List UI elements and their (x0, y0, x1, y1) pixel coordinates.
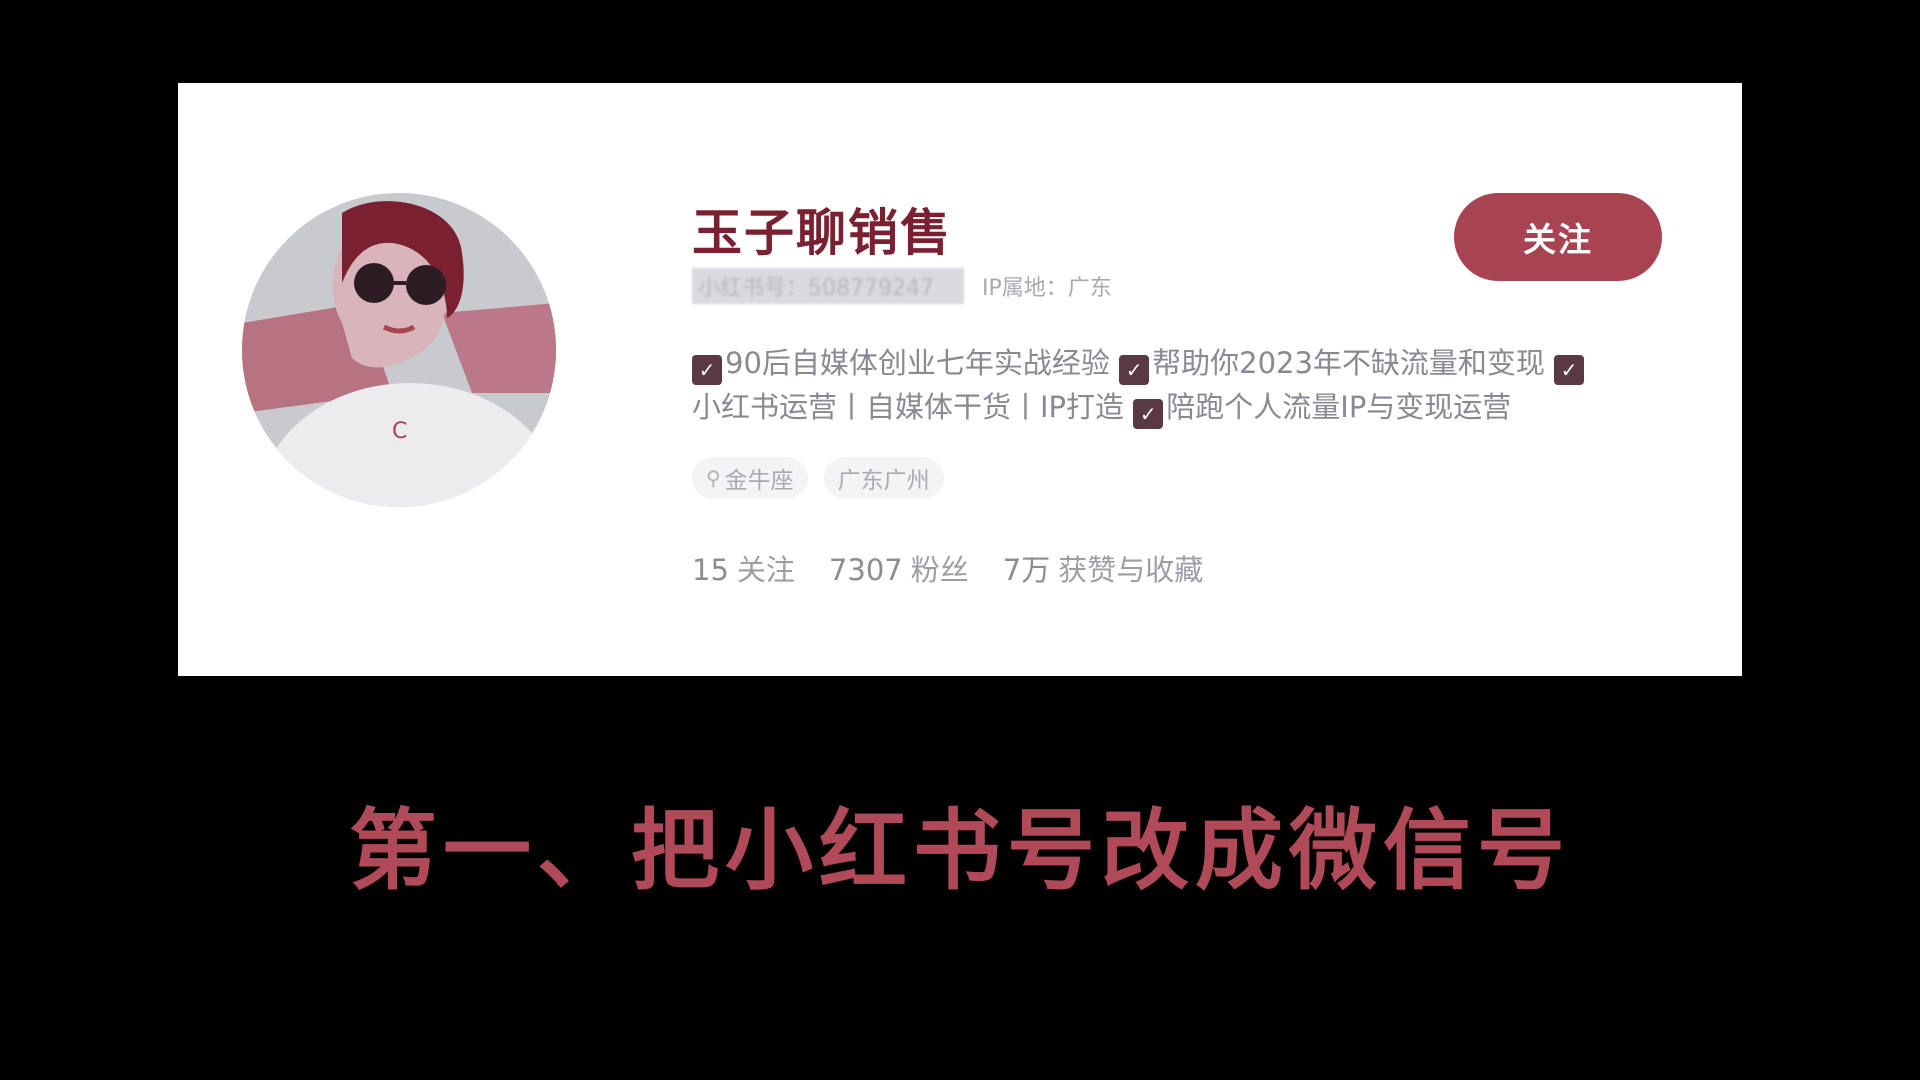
username: 玉子聊销售 (692, 204, 952, 262)
stat-label: 获赞与收藏 (1058, 553, 1204, 587)
stat-count: 15 (692, 553, 729, 587)
bio-item: 小红书运营丨自媒体干货丨IP打造 (692, 390, 1125, 424)
check-icon: ✓ (1554, 355, 1585, 385)
bio-item: 陪跑个人流量IP与变现运营 (1166, 390, 1512, 424)
stat-count: 7万 (1002, 553, 1051, 587)
tag-location: 广东广州 (823, 457, 944, 499)
profile-card: C 玉子聊销售 小红书号：508779247 IP属地：广东 ✓ 90后自媒体创业… (178, 83, 1742, 676)
stat-label: 关注 (736, 553, 795, 587)
account-id: 小红书号：508779247 (692, 268, 964, 304)
bio-item: 90后自媒体创业七年实战经验 (725, 346, 1110, 380)
bio: ✓ 90后自媒体创业七年实战经验 ✓ 帮助你2023年不缺流量和变现 ✓ 小红书运营… (692, 341, 1652, 429)
follow-button[interactable]: 关注 (1454, 193, 1662, 281)
avatar[interactable]: C (242, 193, 556, 507)
avatar-image: C (242, 193, 556, 507)
stats: 15 关注 7307 粉丝 7万 获赞与收藏 (692, 547, 1203, 589)
check-icon: ✓ (1119, 355, 1150, 385)
caption: 第一、把小红书号改成微信号 (348, 799, 1571, 902)
stat-label: 粉丝 (910, 553, 969, 587)
stat-followers[interactable]: 7307 粉丝 (829, 547, 969, 589)
tag-label: 金牛座 (724, 468, 794, 494)
ip-location: IP属地：广东 (982, 276, 1112, 301)
bio-item: 帮助你2023年不缺流量和变现 (1152, 346, 1545, 380)
tag-zodiac: ⚲ 金牛座 (692, 457, 808, 499)
stat-count: 7307 (828, 553, 903, 587)
svg-text:C: C (392, 419, 407, 444)
tag-label: 广东广州 (837, 468, 930, 494)
stat-following[interactable]: 15 关注 (692, 547, 795, 589)
stat-likes[interactable]: 7万 获赞与收藏 (1003, 547, 1203, 589)
check-icon: ✓ (692, 355, 722, 385)
tags: ⚲ 金牛座 广东广州 (692, 457, 944, 499)
id-row: 小红书号：508779247 IP属地：广东 (692, 268, 1112, 304)
location-pin-icon: ⚲ (706, 466, 721, 490)
check-icon: ✓ (1133, 399, 1164, 429)
